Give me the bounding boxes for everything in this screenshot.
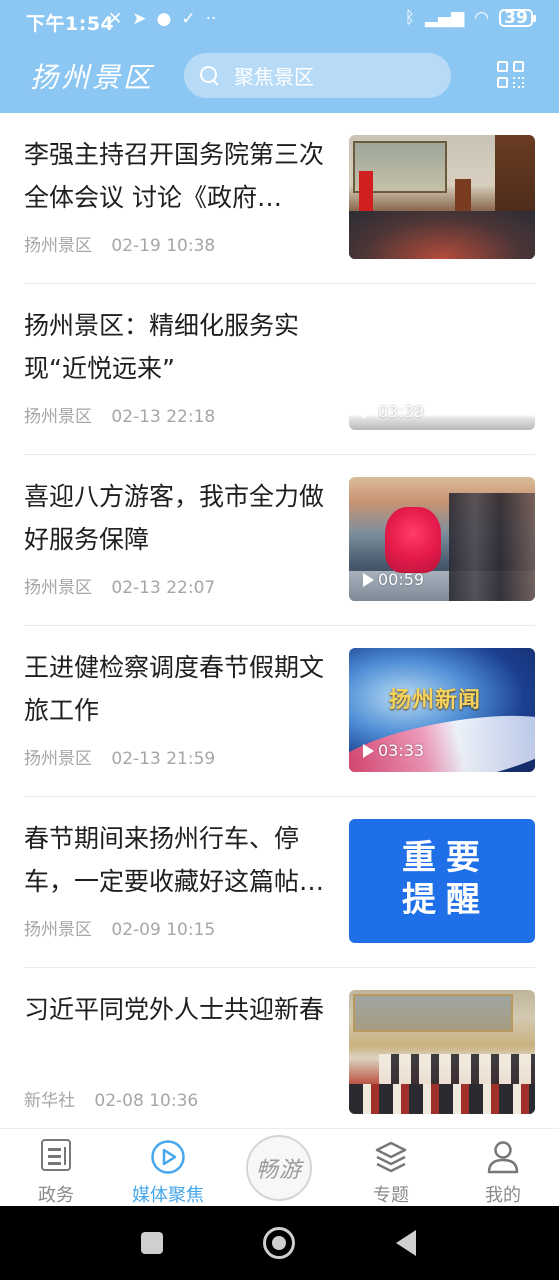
news-meta: 扬州景区 02-13 21:59 — [24, 744, 215, 769]
tab-label: 媒体聚焦 — [132, 1185, 204, 1206]
tab-zhengwu[interactable]: 政务 — [6, 1129, 106, 1207]
tab-label: 政务 — [38, 1185, 74, 1206]
news-item[interactable]: 春节期间来扬州行车、停车，一定要收藏好这篇帖… 扬州景区 02-09 10:15… — [0, 797, 559, 968]
chat-icon: ● — [156, 9, 172, 29]
video-duration: 00:59 — [363, 570, 424, 589]
news-meta: 扬州景区 02-09 10:15 — [24, 915, 215, 940]
news-source: 扬州景区 — [24, 236, 92, 256]
search-icon — [200, 65, 220, 86]
video-duration: 03:39 — [363, 402, 424, 421]
search-input[interactable]: 聚焦景区 — [184, 53, 451, 98]
lion-dance-photo: 00:59 — [349, 477, 535, 601]
status-time: 下午1:54 — [26, 13, 115, 35]
telegram-icon: ➤ — [132, 9, 147, 29]
news-item[interactable]: 喜迎八方游客，我市全力做好服务保障 扬州景区 02-13 22:07 00:59 — [0, 455, 559, 626]
meeting-photo — [349, 135, 535, 259]
news-meta: 扬州景区 02-19 10:38 — [24, 231, 215, 256]
bottom-nav: 政务 媒体聚焦 畅游 专题 我的 — [0, 1128, 559, 1206]
signal-icon: ▂▄▆ — [424, 8, 465, 28]
back-icon[interactable] — [396, 1230, 416, 1256]
news-item[interactable]: 王进健检察调度春节假期文旅工作 扬州景区 02-13 21:59 扬州新闻 03… — [0, 626, 559, 797]
qr-code-icon[interactable] — [497, 61, 527, 91]
news-title: 春节期间来扬州行车、停车，一定要收藏好这篇帖… — [24, 824, 325, 896]
news-meta: 扬州景区 02-13 22:18 — [24, 402, 215, 427]
news-title: 扬州景区：精细化服务实现“近悦远来” — [24, 311, 300, 383]
video-duration: 03:33 — [363, 741, 424, 760]
system-status-icons: ᛒ ▂▄▆ ◠ 39 — [404, 8, 536, 28]
news-title: 李强主持召开国务院第三次全体会议 讨论《政府… — [24, 140, 325, 212]
news-time: 02-19 10:38 — [111, 236, 216, 256]
changyou-badge-icon[interactable]: 畅游 — [246, 1135, 312, 1201]
tab-topics[interactable]: 专题 — [341, 1129, 441, 1207]
news-title: 王进健检察调度春节假期文旅工作 — [24, 653, 325, 725]
notification-icons: ✕ ➤ ● ✓ ·· — [108, 8, 216, 30]
user-icon — [487, 1141, 519, 1174]
wifi-icon: ◠ — [474, 8, 489, 28]
app-header: 扬州景区 聚焦景区 — [0, 40, 559, 113]
important-notice-card: 重要提醒 — [349, 819, 535, 943]
more-dots-icon: ·· — [205, 9, 217, 29]
top-bar: 下午1:54 ✕ ➤ ● ✓ ·· ᛒ ▂▄▆ ◠ 39 扬州景区 聚焦景区 — [0, 0, 559, 113]
system-nav-bar — [0, 1206, 559, 1280]
layers-icon — [375, 1141, 407, 1173]
notice-card-text: 重要提醒 — [402, 838, 490, 920]
news-source: 扬州景区 — [24, 920, 92, 940]
news-item[interactable]: 李强主持召开国务院第三次全体会议 讨论《政府… 扬州景区 02-19 10:38 — [0, 113, 559, 284]
news-source: 扬州景区 — [24, 407, 92, 427]
check-icon: ✓ — [181, 9, 196, 29]
status-bar: 下午1:54 ✕ ➤ ● ✓ ·· ᛒ ▂▄▆ ◠ 39 — [0, 0, 559, 40]
mute-icon: ✕ — [108, 9, 123, 29]
video-thumb: 03:39 — [349, 390, 535, 430]
news-source: 扬州景区 — [24, 578, 92, 598]
play-icon — [363, 404, 374, 419]
news-time: 02-13 22:18 — [111, 407, 216, 427]
news-time: 02-09 10:15 — [111, 920, 216, 940]
news-time: 02-13 22:07 — [111, 578, 216, 598]
news-title: 喜迎八方游客，我市全力做好服务保障 — [24, 482, 325, 554]
battery-icon: 39 — [499, 9, 536, 27]
recent-apps-icon[interactable] — [141, 1232, 163, 1254]
tab-label: 畅游 — [255, 1158, 302, 1183]
news-time: 02-13 21:59 — [111, 749, 216, 769]
thumb-logo-text: 扬州新闻 — [389, 687, 482, 713]
tab-media-focus[interactable]: 媒体聚焦 — [118, 1129, 218, 1207]
news-meta: 扬州景区 02-13 22:07 — [24, 573, 215, 598]
news-item[interactable]: 习近平同党外人士共迎新春 新华社 02-08 10:36 — [0, 968, 559, 1139]
app-logo: 扬州景区 — [30, 61, 155, 94]
home-icon[interactable] — [263, 1227, 295, 1259]
play-icon — [363, 572, 374, 587]
yangzhou-news-video: 扬州新闻 03:33 — [349, 648, 535, 772]
news-source: 扬州景区 — [24, 749, 92, 769]
news-item[interactable]: 扬州景区：精细化服务实现“近悦远来” 扬州景区 02-13 22:18 03:3… — [0, 284, 559, 455]
search-placeholder: 聚焦景区 — [234, 65, 314, 89]
document-icon — [41, 1139, 71, 1171]
tab-label: 我的 — [485, 1185, 521, 1206]
tab-mine[interactable]: 我的 — [453, 1129, 553, 1207]
bluetooth-icon: ᛒ — [404, 8, 415, 28]
play-circle-icon — [151, 1140, 185, 1174]
news-source: 新华社 — [24, 1091, 75, 1111]
news-meta: 新华社 02-08 10:36 — [24, 1086, 198, 1111]
reception-hall-photo — [349, 990, 535, 1114]
tab-label: 专题 — [373, 1185, 409, 1206]
news-title: 习近平同党外人士共迎新春 — [24, 995, 325, 1024]
play-icon — [363, 743, 374, 758]
news-time: 02-08 10:36 — [94, 1091, 199, 1111]
